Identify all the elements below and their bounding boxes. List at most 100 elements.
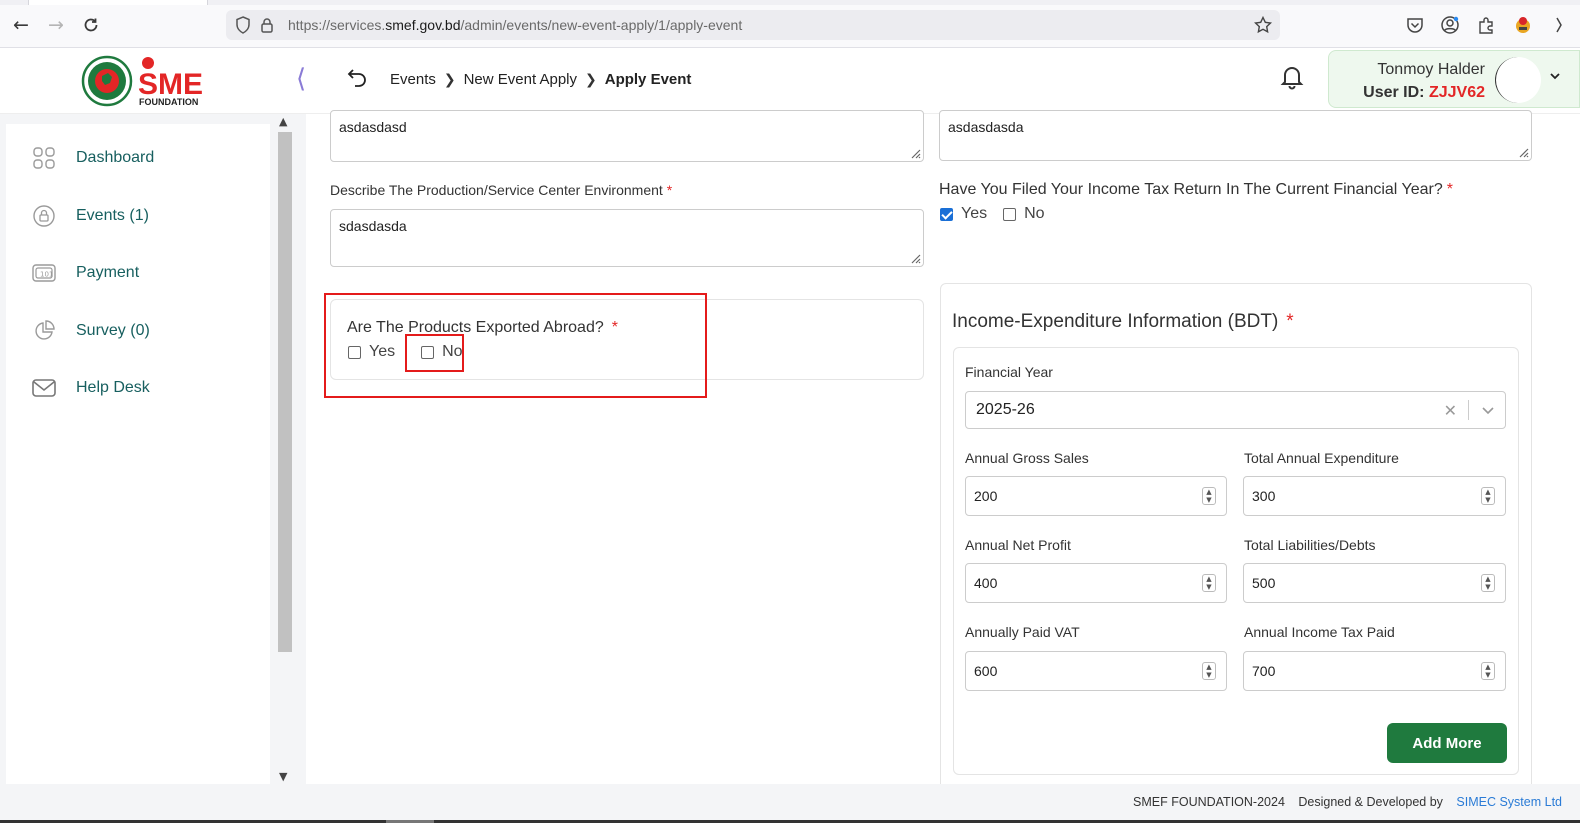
sidebar-panel: Dashboard Events (1) 101 Payment Survey …: [6, 124, 270, 784]
breadcrumb-apply-event: Apply Event: [604, 71, 692, 88]
number-stepper[interactable]: ▲ ▼: [1202, 662, 1216, 680]
sidebar: Dashboard Events (1) 101 Payment Survey …: [0, 114, 306, 784]
sidebar-item-label: Survey (0): [76, 322, 150, 339]
sidebar-collapse-icon[interactable]: ⟨: [296, 64, 306, 94]
browser-tab[interactable]: [28, 0, 208, 5]
clear-icon[interactable]: ✕: [1444, 401, 1457, 420]
tax-return-label: Have You Filed Your Income Tax Return In…: [939, 181, 1453, 198]
bookmark-star-icon[interactable]: [1252, 14, 1274, 36]
annually-paid-vat-label: Annually Paid VAT: [965, 624, 1080, 640]
lock-icon: [32, 204, 56, 228]
left-top-textarea[interactable]: asdasdasd: [330, 110, 924, 162]
reload-icon[interactable]: [78, 12, 104, 38]
pocket-icon[interactable]: [1402, 12, 1428, 38]
annual-gross-sales-label: Annual Gross Sales: [965, 450, 1089, 466]
avatar[interactable]: [1495, 57, 1541, 103]
total-annual-expenditure-input[interactable]: 300 ▲ ▼: [1243, 476, 1506, 516]
tax-no-checkbox[interactable]: No: [1003, 205, 1045, 223]
tab-strip: [0, 0, 1580, 5]
input-value: 700: [1252, 663, 1276, 679]
grid-icon: [32, 146, 56, 170]
mail-icon: [32, 376, 56, 400]
right-top-textarea[interactable]: asdasdasda: [939, 110, 1532, 161]
annotation-highlight-box: [324, 293, 707, 398]
sidebar-item-label: Events (1): [76, 207, 149, 224]
sme-foundation-logo[interactable]: SME FOUNDATION: [80, 54, 215, 108]
financial-year-label: Financial Year: [965, 364, 1053, 380]
annual-gross-sales-input[interactable]: 200 ▲ ▼: [965, 476, 1227, 516]
chevron-down-icon[interactable]: [1549, 69, 1561, 85]
resize-handle-icon[interactable]: [1517, 146, 1529, 158]
resize-handle-icon[interactable]: [909, 147, 921, 159]
chevron-down-icon[interactable]: [1481, 403, 1495, 417]
sidebar-item-payment[interactable]: 101 Payment: [32, 258, 139, 288]
sidebar-item-events[interactable]: Events (1): [32, 201, 149, 231]
forward-arrow-icon[interactable]: →: [43, 12, 69, 38]
money-icon: 101: [32, 261, 56, 285]
sidebar-item-help-desk[interactable]: Help Desk: [32, 373, 150, 403]
checkbox-icon[interactable]: [1003, 207, 1017, 221]
url-text: https://services.smef.gov.bd/admin/event…: [288, 17, 743, 33]
scroll-up-icon[interactable]: ▲: [279, 115, 287, 128]
environment-label: Describe The Production/Service Center E…: [330, 182, 673, 198]
lock-icon[interactable]: [256, 14, 278, 36]
environment-textarea[interactable]: sdasdasda: [330, 209, 924, 267]
address-bar[interactable]: https://services.smef.gov.bd/admin/event…: [226, 10, 1280, 40]
user-id: User ID: ZJJV62: [1363, 84, 1485, 101]
annual-net-profit-input[interactable]: 400 ▲ ▼: [965, 563, 1227, 603]
back-arrow-icon[interactable]: ←: [8, 12, 34, 38]
user-menu[interactable]: Tonmoy Halder User ID: ZJJV62: [1328, 50, 1580, 108]
app-header: SME FOUNDATION ⟨ Events ❯ New Event Appl…: [0, 48, 1580, 114]
tax-yes-checkbox[interactable]: Yes: [940, 205, 987, 223]
undo-back-icon[interactable]: [346, 66, 372, 92]
textarea-value: sdasdasda: [339, 218, 407, 234]
account-icon[interactable]: [1437, 12, 1463, 38]
textarea-value: asdasdasda: [948, 119, 1024, 135]
number-stepper[interactable]: ▲ ▼: [1481, 487, 1495, 505]
number-stepper[interactable]: ▲ ▼: [1481, 662, 1495, 680]
number-stepper[interactable]: ▲ ▼: [1202, 487, 1216, 505]
checkbox-checked-icon[interactable]: [940, 207, 953, 221]
number-stepper[interactable]: ▲ ▼: [1202, 574, 1216, 592]
input-value: 300: [1252, 488, 1276, 504]
annotation-highlight-no: [405, 334, 464, 372]
number-stepper[interactable]: ▲ ▼: [1481, 574, 1495, 592]
scrollbar-thumb[interactable]: [278, 132, 292, 652]
input-value: 200: [974, 488, 998, 504]
sidebar-item-label: Payment: [76, 264, 140, 281]
resize-handle-icon[interactable]: [909, 252, 921, 264]
footer-copyright: SMEF FOUNDATION-2024: [1133, 795, 1285, 809]
annual-income-tax-input[interactable]: 700 ▲ ▼: [1243, 651, 1506, 691]
breadcrumb: Events ❯ New Event Apply ❯ Apply Event: [390, 71, 691, 88]
annual-net-profit-label: Annual Net Profit: [965, 537, 1071, 553]
sidebar-item-survey[interactable]: Survey (0): [32, 316, 150, 346]
add-more-button[interactable]: Add More: [1387, 723, 1507, 763]
footer-company-link[interactable]: SIMEC System Ltd: [1456, 795, 1562, 809]
user-name: Tonmoy Halder: [1377, 61, 1485, 78]
sidebar-scrollbar[interactable]: ▲ ▼: [276, 114, 294, 784]
financial-year-select[interactable]: 2025-26 ✕: [965, 391, 1506, 429]
svg-text:FOUNDATION: FOUNDATION: [139, 97, 198, 107]
input-value: 500: [1252, 575, 1276, 591]
sidebar-item-dashboard[interactable]: Dashboard: [32, 143, 154, 173]
scroll-down-icon[interactable]: ▼: [279, 770, 287, 783]
total-annual-expenditure-label: Total Annual Expenditure: [1244, 450, 1399, 466]
income-title: Income-Expenditure Information (BDT) *: [952, 311, 1294, 332]
tax-return-options: Yes No: [940, 205, 1061, 223]
chevron-right-icon: ❯: [585, 71, 597, 87]
input-value: 600: [974, 663, 998, 679]
extensions-icon[interactable]: [1473, 12, 1499, 38]
annually-paid-vat-input[interactable]: 600 ▲ ▼: [965, 651, 1227, 691]
total-liabilities-input[interactable]: 500 ▲ ▼: [1243, 563, 1506, 603]
shield-icon[interactable]: [232, 14, 254, 36]
breadcrumb-events[interactable]: Events: [390, 71, 436, 88]
svg-text:101: 101: [40, 271, 53, 279]
annual-income-tax-label: Annual Income Tax Paid: [1244, 624, 1395, 640]
menu-icon[interactable]: [1546, 12, 1572, 38]
footer-text: SMEF FOUNDATION-2024 Designed & Develope…: [1133, 795, 1562, 809]
total-liabilities-label: Total Liabilities/Debts: [1244, 537, 1376, 553]
textarea-value: asdasdasd: [339, 119, 407, 135]
extension-badge-icon[interactable]: [1510, 12, 1536, 38]
breadcrumb-new-event-apply[interactable]: New Event Apply: [464, 71, 577, 88]
notification-bell-icon[interactable]: [1280, 64, 1306, 92]
